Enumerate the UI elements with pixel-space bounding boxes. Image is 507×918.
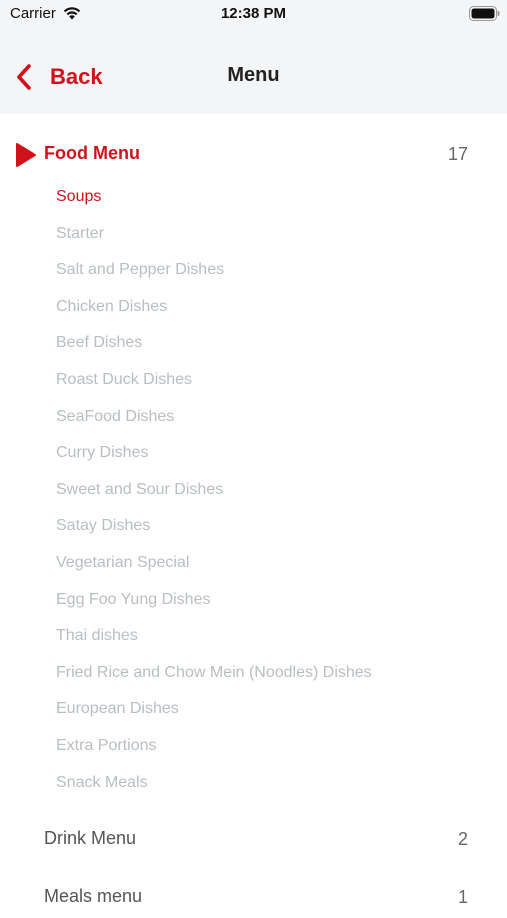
menu-item-egg-foo-yung[interactable]: Egg Foo Yung Dishes xyxy=(0,582,507,619)
page-title: Menu xyxy=(227,64,280,86)
section-title: Meals menu xyxy=(44,886,143,906)
menu-item-curry[interactable]: Curry Dishes xyxy=(0,435,507,472)
section-food-menu[interactable]: Food Menu 17 xyxy=(0,135,507,175)
menu-item-beef[interactable]: Beef Dishes xyxy=(0,325,507,362)
menu-item-fried-rice-chow-mein[interactable]: Fried Rice and Chow Mein (Noodles) Dishe… xyxy=(0,655,507,692)
menu-item-chicken[interactable]: Chicken Dishes xyxy=(0,289,507,326)
section-count: 2 xyxy=(457,829,468,849)
section-count: 1 xyxy=(457,887,468,907)
status-bar: Carrier 12:38 PM xyxy=(0,0,507,38)
menu-item-vegetarian[interactable]: Vegetarian Special xyxy=(0,545,507,582)
menu-item-soups[interactable]: Soups xyxy=(0,179,507,216)
menu-item-roast-duck[interactable]: Roast Duck Dishes xyxy=(0,362,507,399)
navigation-bar: Back Menu xyxy=(0,38,507,114)
section-title: Food Menu xyxy=(44,143,140,163)
section-meals-menu[interactable]: Meals menu 1 xyxy=(0,878,507,918)
menu-item-sweet-and-sour[interactable]: Sweet and Sour Dishes xyxy=(0,472,507,509)
section-title: Drink Menu xyxy=(44,828,137,848)
menu-item-seafood[interactable]: SeaFood Dishes xyxy=(0,399,507,436)
menu-item-satay[interactable]: Satay Dishes xyxy=(0,508,507,545)
status-time: 12:38 PM xyxy=(220,5,287,22)
food-menu-list: Soups Starter Salt and Pepper Dishes Chi… xyxy=(0,179,507,801)
menu-item-extra-portions[interactable]: Extra Portions xyxy=(0,728,507,765)
expand-triangle-icon xyxy=(16,143,36,167)
menu-item-starter[interactable]: Starter xyxy=(0,216,507,253)
section-count: 17 xyxy=(447,144,468,164)
menu-item-thai[interactable]: Thai dishes xyxy=(0,618,507,655)
section-drink-menu[interactable]: Drink Menu 2 xyxy=(0,820,507,860)
menu-item-salt-and-pepper[interactable]: Salt and Pepper Dishes xyxy=(0,252,507,289)
menu-item-snack-meals[interactable]: Snack Meals xyxy=(0,765,507,802)
battery-icon xyxy=(469,6,500,21)
menu-item-european[interactable]: European Dishes xyxy=(0,691,507,728)
